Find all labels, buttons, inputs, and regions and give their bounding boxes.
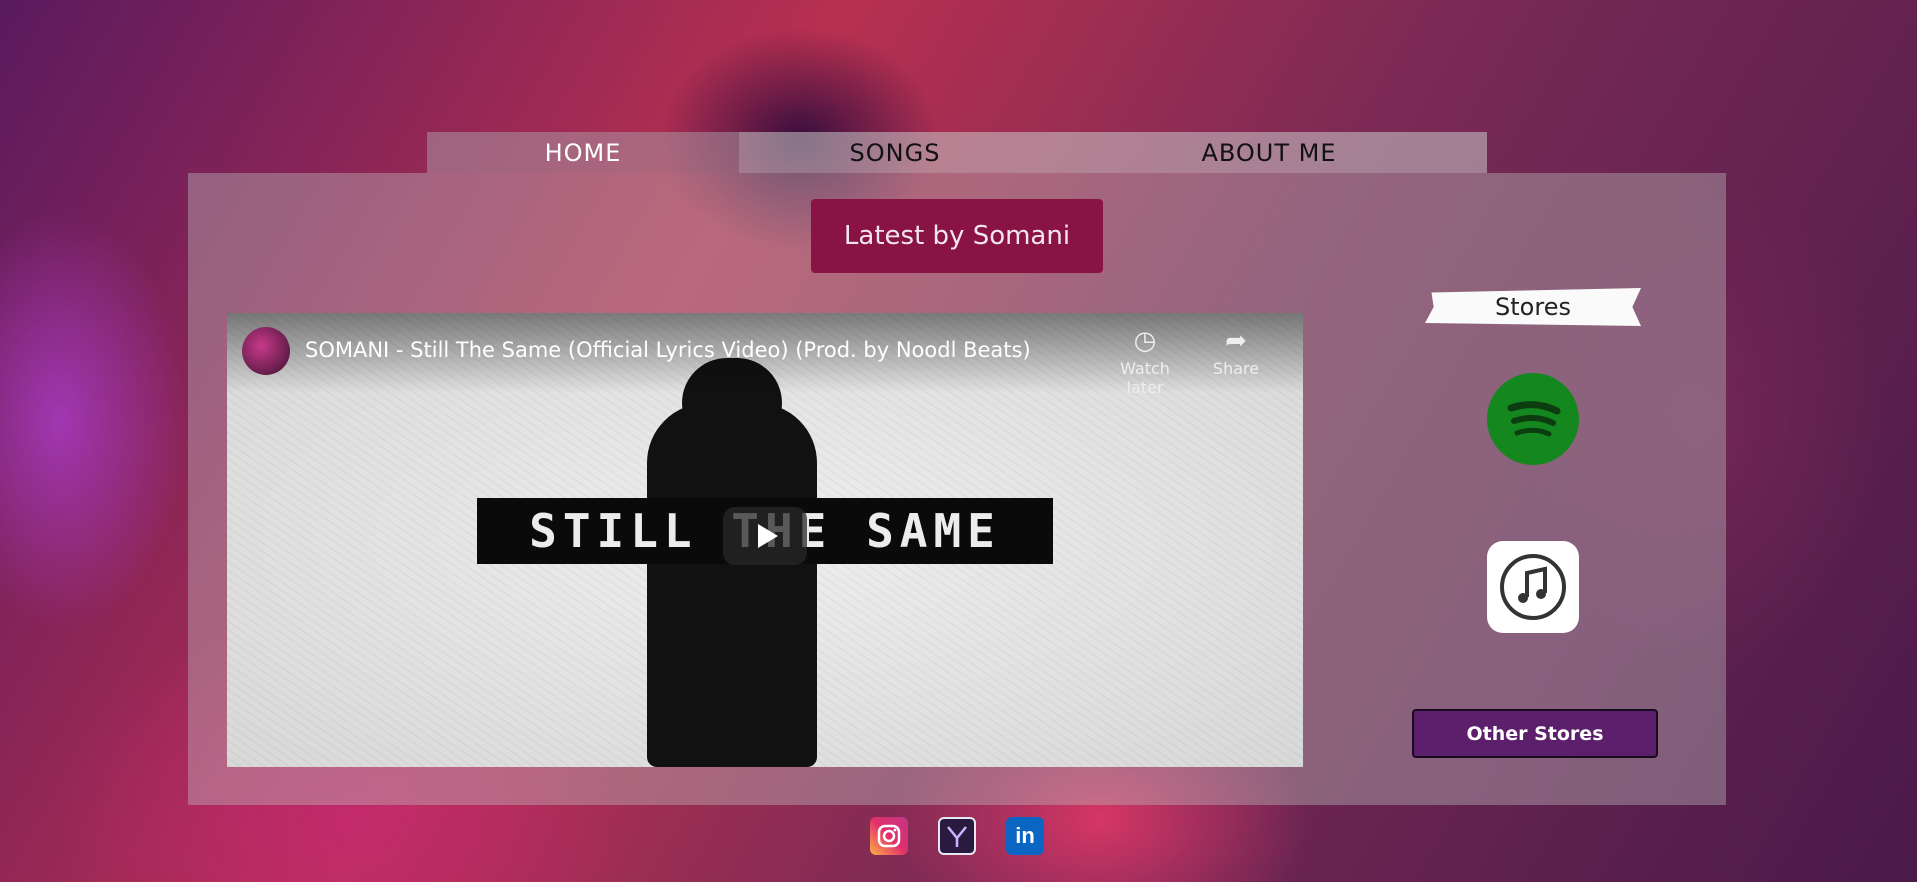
stores-label: Stores	[1425, 288, 1641, 326]
clock-icon: ◷	[1133, 326, 1157, 356]
video-player[interactable]: STILL THE SAME SOMANI - Still The Same (…	[227, 313, 1303, 767]
play-button[interactable]	[723, 507, 807, 565]
share-arrow-icon: ➦	[1225, 326, 1247, 356]
play-icon	[758, 524, 778, 548]
y-media-icon[interactable]	[938, 817, 976, 855]
share-button[interactable]: ➦ Share	[1191, 327, 1281, 378]
channel-avatar[interactable]	[242, 327, 290, 375]
nav-about-tab[interactable]: ABOUT ME	[1051, 132, 1487, 173]
spotify-icon[interactable]	[1487, 373, 1579, 465]
nav-songs-tab[interactable]: SONGS	[739, 132, 1051, 173]
watch-later-button[interactable]: ◷ Watch later	[1100, 327, 1190, 397]
itunes-icon[interactable]	[1487, 541, 1579, 633]
watch-later-label: Watch later	[1120, 359, 1170, 397]
video-title[interactable]: SOMANI - Still The Same (Official Lyrics…	[305, 338, 1031, 362]
linkedin-icon[interactable]: in	[1006, 817, 1044, 855]
nav-home-tab[interactable]: HOME	[427, 132, 739, 173]
social-links: in	[870, 817, 1044, 855]
instagram-icon[interactable]	[870, 817, 908, 855]
other-stores-button[interactable]: Other Stores	[1412, 709, 1658, 758]
main-nav: HOME SONGS ABOUT ME	[427, 132, 1487, 173]
share-label: Share	[1212, 359, 1260, 378]
latest-heading: Latest by Somani	[811, 199, 1103, 273]
thumbnail-figure	[647, 403, 817, 767]
